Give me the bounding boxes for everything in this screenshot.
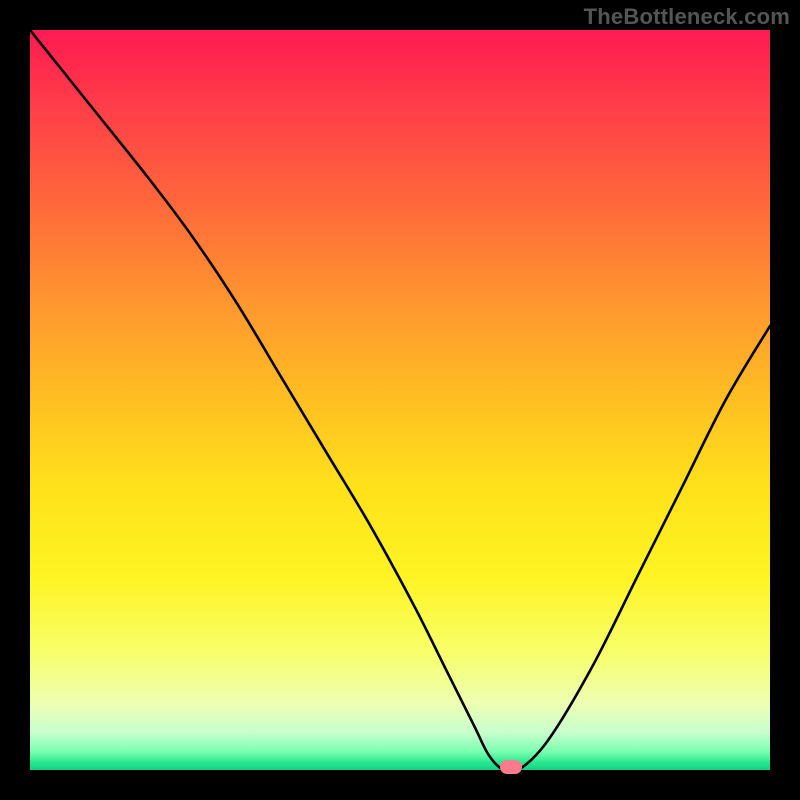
watermark-text: TheBottleneck.com [584,4,790,30]
chart-frame: TheBottleneck.com [0,0,800,800]
plot-area [30,30,770,770]
optimal-marker [500,760,522,774]
bottleneck-curve [30,30,770,770]
